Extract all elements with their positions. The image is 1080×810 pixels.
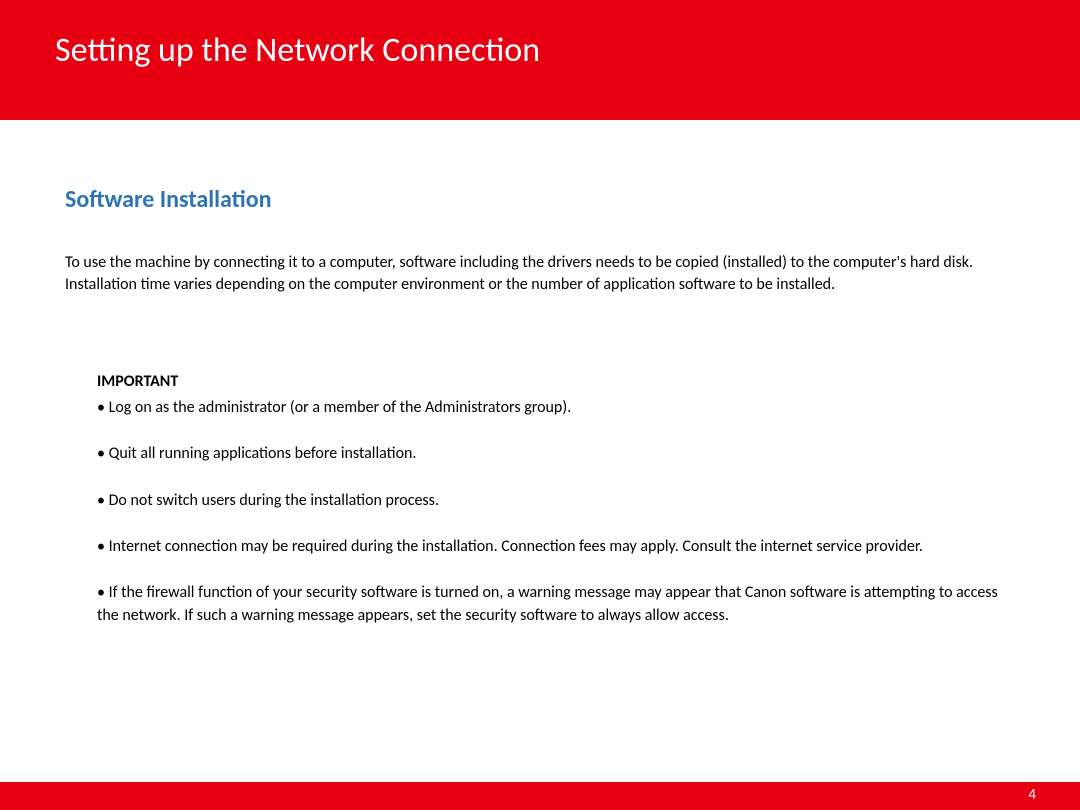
important-section: IMPORTANT • Log on as the administrator … [65, 372, 1015, 627]
important-label: IMPORTANT [97, 372, 1015, 391]
bullet-item: • Do not switch users during the install… [97, 490, 1015, 512]
section-title: Software Installation [65, 185, 1015, 214]
bullet-item: • Quit all running applications before i… [97, 443, 1015, 465]
page-title: Setting up the Network Connection [55, 30, 1025, 71]
main-content: Software Installation To use the machine… [0, 120, 1080, 627]
bullet-item: • If the firewall function of your secur… [97, 582, 1015, 627]
bullet-item: • Internet connection may be required du… [97, 536, 1015, 558]
intro-paragraph: To use the machine by connecting it to a… [65, 252, 1015, 297]
bullet-item: • Log on as the administrator (or a memb… [97, 397, 1015, 419]
footer-bar: 4 [0, 782, 1080, 810]
header-banner: Setting up the Network Connection [0, 0, 1080, 120]
page-number: 4 [1028, 786, 1036, 804]
